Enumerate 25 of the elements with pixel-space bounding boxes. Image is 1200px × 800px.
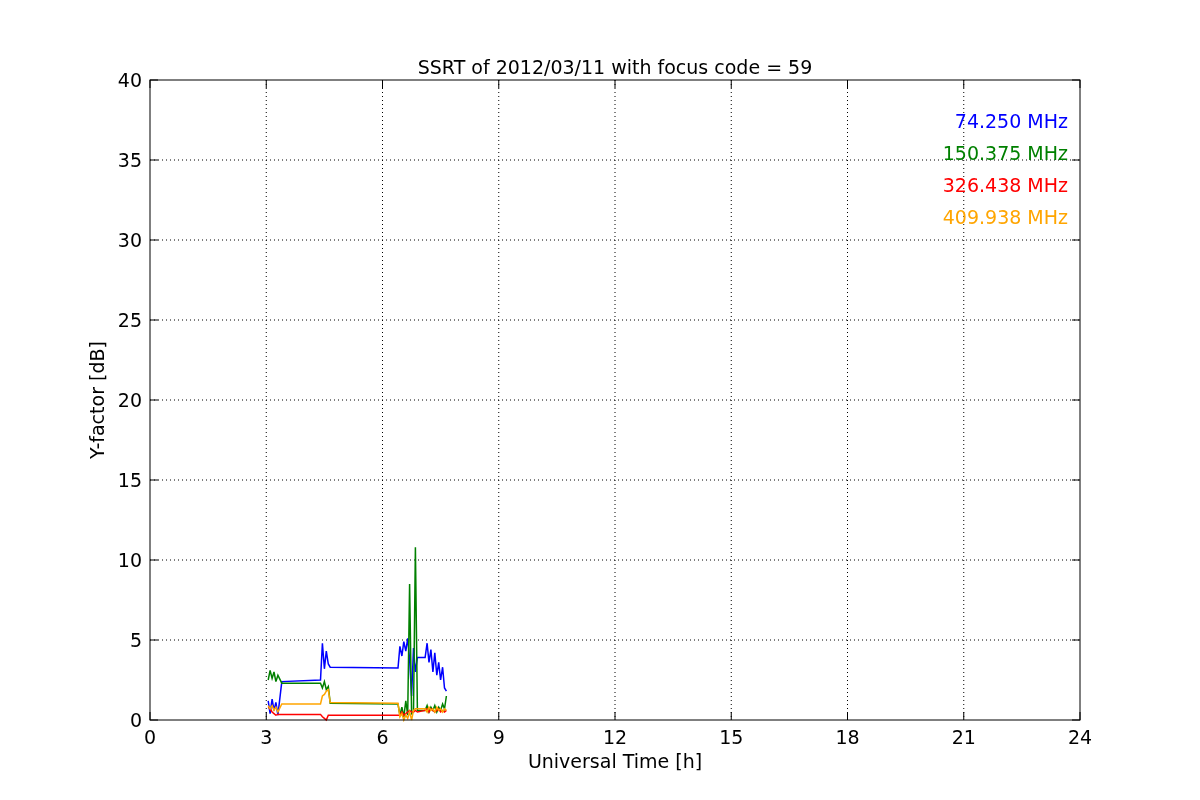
- y-tick-label: 35: [117, 149, 142, 171]
- y-axis-label: Y-factor [dB]: [86, 341, 108, 459]
- y-tick-label: 5: [129, 629, 142, 651]
- y-tick-label: 0: [129, 709, 142, 731]
- x-tick-label: 18: [835, 726, 860, 748]
- y-tick-label: 30: [117, 229, 142, 251]
- chart-title: SSRT of 2012/03/11 with focus code = 59: [417, 56, 813, 78]
- legend-label: 150.375 MHz: [942, 142, 1068, 164]
- x-tick-label: 9: [492, 726, 505, 748]
- y-tick-label: 15: [117, 469, 142, 491]
- legend-label: 409.938 MHz: [942, 206, 1068, 228]
- y-tick-label: 40: [117, 69, 142, 91]
- legend-label: 326.438 MHz: [942, 174, 1068, 196]
- y-tick-label: 25: [117, 309, 142, 331]
- y-tick-label: 20: [117, 389, 142, 411]
- x-tick-label: 6: [376, 726, 389, 748]
- x-tick-label: 15: [719, 726, 744, 748]
- x-tick-label: 3: [260, 726, 273, 748]
- x-axis-label: Universal Time [h]: [527, 750, 703, 772]
- legend-label: 74.250 MHz: [954, 110, 1068, 132]
- y-tick-label: 10: [117, 549, 142, 571]
- x-tick-label: 12: [602, 726, 628, 748]
- x-tick-label: 24: [1067, 726, 1093, 748]
- x-tick-label: 21: [951, 726, 976, 748]
- x-tick-label: 0: [143, 726, 157, 748]
